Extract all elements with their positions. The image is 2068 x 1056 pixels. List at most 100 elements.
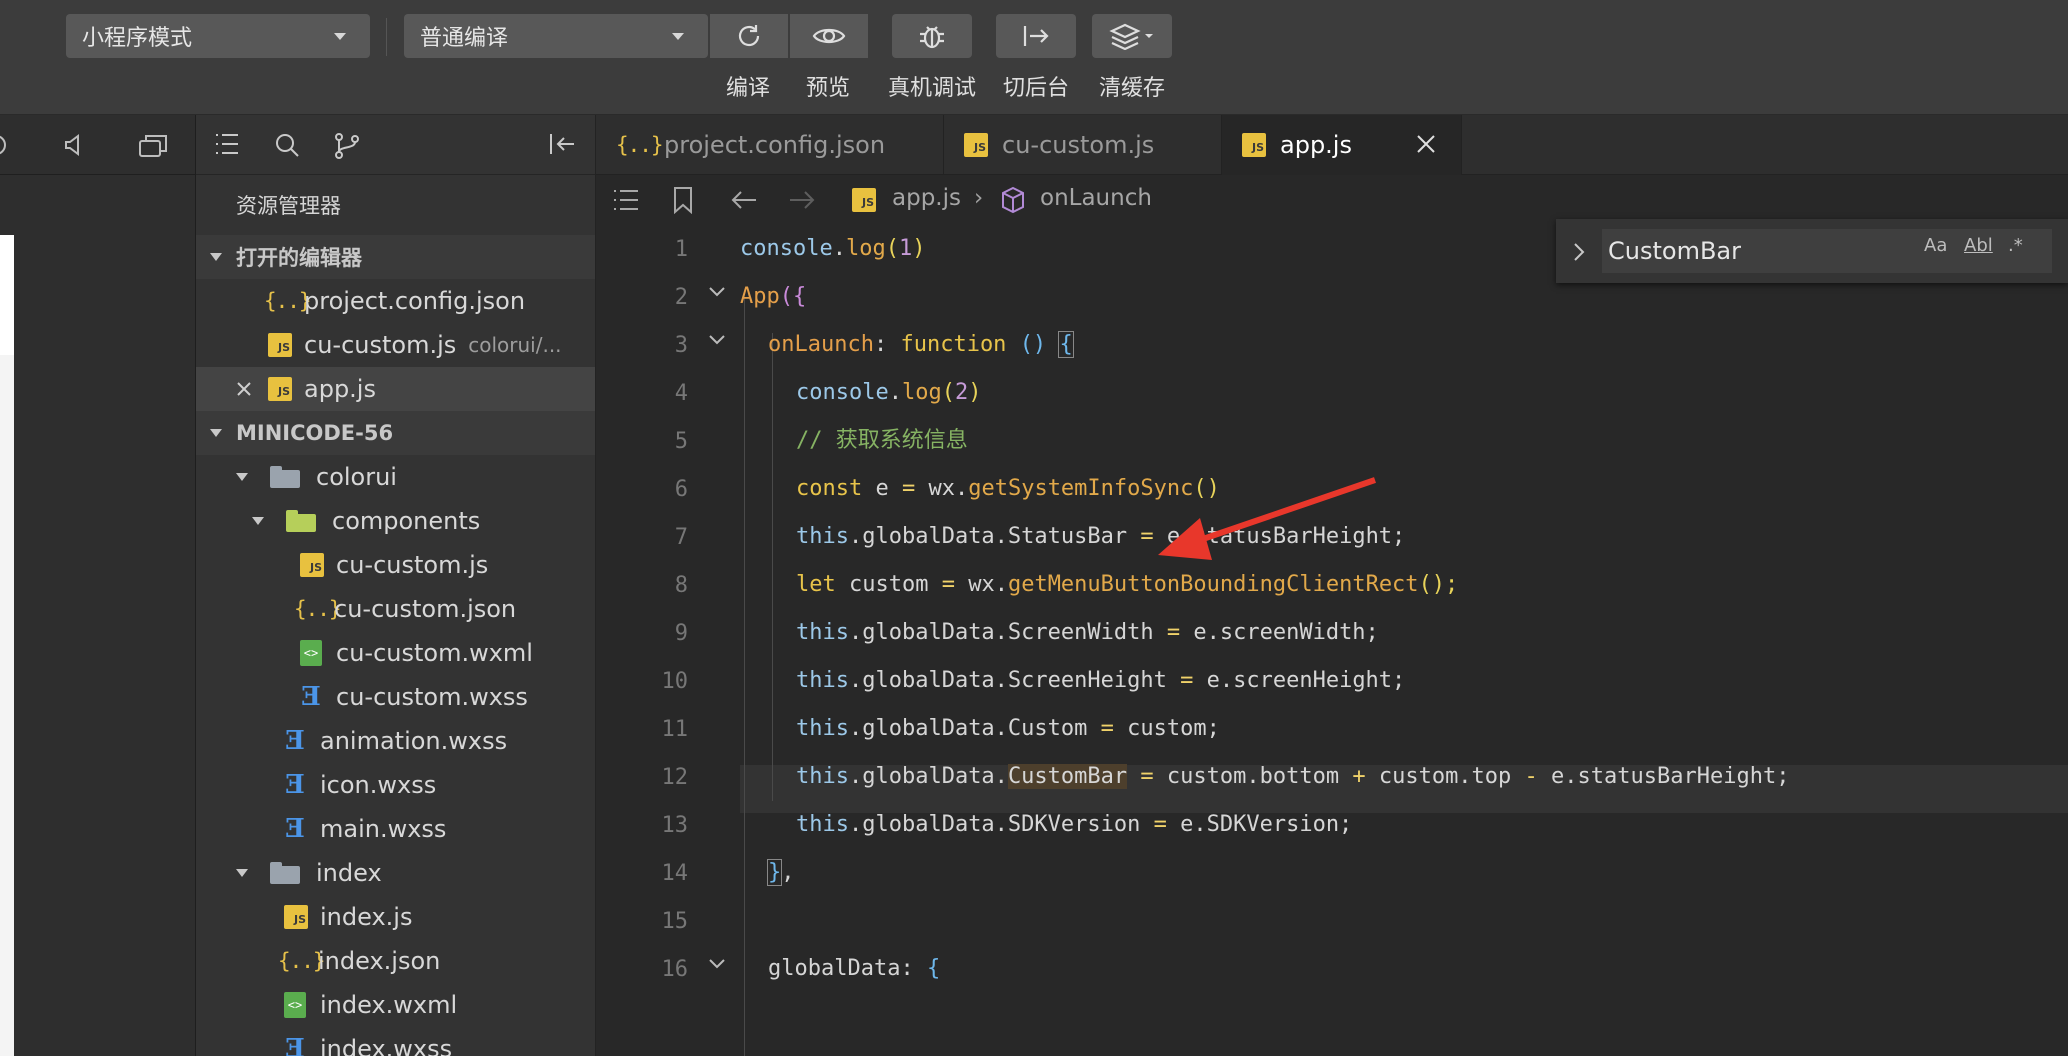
- chevron-down-icon: [236, 869, 248, 877]
- editor-tab-bar: {..} project.config.json JS cu-custom.js…: [596, 115, 2068, 175]
- tree-file[interactable]: Ǝ index.wxss: [196, 1027, 595, 1056]
- remote-debug-label: 真机调试: [887, 76, 976, 101]
- tree-item-label: cu-custom.wxml: [336, 639, 533, 667]
- line-number: 2: [674, 285, 688, 310]
- tree-file[interactable]: Ǝ animation.wxss: [196, 719, 595, 763]
- line-number: 3: [674, 333, 688, 358]
- code-line-14: },: [766, 859, 795, 886]
- forward-arrow-icon[interactable]: [788, 188, 816, 212]
- tree-file[interactable]: JS index.js: [196, 895, 595, 939]
- preview-button[interactable]: [790, 14, 868, 58]
- tree-file[interactable]: Ǝ cu-custom.wxss: [196, 675, 595, 719]
- tree-item-label: main.wxss: [320, 815, 447, 843]
- volume-icon[interactable]: [62, 133, 86, 157]
- js-file-icon: JS: [268, 333, 292, 357]
- open-editors-header[interactable]: 打开的编辑器: [196, 235, 595, 279]
- remote-debug-button[interactable]: [892, 14, 972, 58]
- tab-project-config[interactable]: {..} project.config.json: [596, 115, 944, 175]
- code-line-7: this.globalData.StatusBar = e.statusBarH…: [796, 524, 1406, 549]
- back-arrow-icon[interactable]: [730, 188, 758, 212]
- tree-item-label: cu-custom.json: [334, 595, 517, 623]
- tree-file[interactable]: {..} index.json: [196, 939, 595, 983]
- simulator-panel: [0, 115, 196, 1056]
- tab-cu-custom[interactable]: JS cu-custom.js: [944, 115, 1222, 175]
- compile-mode-select[interactable]: 普通编译: [404, 14, 708, 58]
- chevron-down-icon: [236, 473, 248, 481]
- wxss-file-icon: Ǝ: [285, 770, 305, 800]
- fold-chevron-icon[interactable]: [708, 279, 725, 297]
- tab-label: app.js: [1280, 131, 1352, 159]
- background-button[interactable]: [996, 14, 1076, 58]
- breadcrumb-symbol[interactable]: onLaunch: [1040, 185, 1152, 211]
- explorer-panel: 资源管理器 打开的编辑器 {..} project.config.json JS…: [196, 115, 596, 1056]
- wxss-file-icon: Ǝ: [301, 682, 321, 712]
- fold-chevron-icon[interactable]: [708, 327, 725, 345]
- chevron-down-icon: [210, 429, 222, 437]
- simulator-screen[interactable]: [0, 235, 14, 1056]
- tree-file[interactable]: Ǝ icon.wxss: [196, 763, 595, 807]
- code-line-3: onLaunch: function () {: [768, 331, 1074, 358]
- line-number: 5: [674, 429, 688, 454]
- clear-cache-button[interactable]: [1092, 14, 1172, 58]
- tree-item-label: index.js: [320, 903, 413, 931]
- tree-folder[interactable]: index: [196, 851, 595, 895]
- compile-button[interactable]: [710, 14, 788, 58]
- collapse-sidebar-icon[interactable]: [548, 132, 578, 156]
- json-file-icon: {..}: [294, 597, 342, 621]
- js-file-icon: JS: [268, 377, 292, 401]
- find-widget: CustomBar Aa Abl .*: [1556, 219, 2068, 283]
- tree-item-label: index.wxss: [320, 1035, 453, 1056]
- bookmark-icon[interactable]: [672, 186, 694, 214]
- whole-word-toggle[interactable]: Abl: [1964, 235, 1993, 256]
- regex-toggle[interactable]: .*: [2008, 235, 2023, 256]
- indent-guide: [772, 333, 773, 801]
- tree-item-label: animation.wxss: [320, 727, 508, 755]
- rotate-icon[interactable]: [0, 133, 12, 157]
- code-line-5: // 获取系统信息: [796, 428, 968, 453]
- close-icon[interactable]: [1413, 131, 1439, 157]
- tree-file[interactable]: <> index.wxml: [196, 983, 595, 1027]
- list-icon[interactable]: [214, 132, 240, 156]
- open-editor-item[interactable]: JS cu-custom.js colorui/...: [196, 323, 595, 367]
- tree-file[interactable]: <> cu-custom.wxml: [196, 631, 595, 675]
- top-toolbar: 小程序模式 普通编译 编译 预览 真机调试 切后台 清缓存: [0, 0, 2068, 115]
- fold-chevron-icon[interactable]: [708, 951, 725, 969]
- json-file-icon: {..}: [616, 133, 664, 157]
- background-label: 切后台: [1002, 76, 1069, 101]
- list-icon[interactable]: [612, 188, 640, 212]
- wxml-file-icon: <>: [300, 640, 322, 666]
- code-area[interactable]: 1 2 3 4 5 6 7 8 9 10 11 12 13 14 15 16 c…: [596, 225, 2068, 1056]
- close-icon[interactable]: [236, 381, 252, 397]
- tree-file[interactable]: Ǝ main.wxss: [196, 807, 595, 851]
- mode-select[interactable]: 小程序模式: [66, 14, 370, 58]
- js-file-icon: JS: [964, 133, 988, 157]
- js-file-icon: JS: [1242, 133, 1266, 157]
- source-control-icon[interactable]: [334, 132, 360, 160]
- tree-folder[interactable]: components: [196, 499, 595, 543]
- tree-file[interactable]: {..} cu-custom.json: [196, 587, 595, 631]
- line-number: 16: [661, 957, 689, 982]
- eye-icon: [812, 28, 846, 44]
- simulator-toolbar: [0, 115, 195, 175]
- open-editors-label: 打开的编辑器: [236, 246, 362, 270]
- chevron-down-icon: [334, 33, 346, 40]
- project-header[interactable]: MINICODE-56: [196, 411, 595, 455]
- open-editor-item-active[interactable]: JS app.js: [196, 367, 595, 411]
- project-name: MINICODE-56: [236, 421, 394, 445]
- mode-select-value: 小程序模式: [82, 26, 193, 51]
- js-file-icon: JS: [300, 553, 324, 577]
- explorer-title: 资源管理器: [236, 194, 341, 218]
- tab-app-js[interactable]: JS app.js: [1222, 115, 1462, 175]
- tree-file[interactable]: JS cu-custom.js: [196, 543, 595, 587]
- tree-folder[interactable]: colorui: [196, 455, 595, 499]
- breadcrumb-file[interactable]: app.js: [892, 185, 961, 211]
- search-icon[interactable]: [274, 132, 300, 158]
- chevron-right-icon[interactable]: [1572, 241, 1586, 263]
- open-editor-path: colorui/...: [468, 333, 562, 357]
- line-number: 14: [661, 861, 689, 886]
- match-case-toggle[interactable]: Aa: [1924, 235, 1947, 256]
- window-icon[interactable]: [138, 133, 168, 159]
- open-editor-item[interactable]: {..} project.config.json: [196, 279, 595, 323]
- tree-item-label: index: [316, 859, 382, 887]
- tab-label: project.config.json: [664, 131, 886, 159]
